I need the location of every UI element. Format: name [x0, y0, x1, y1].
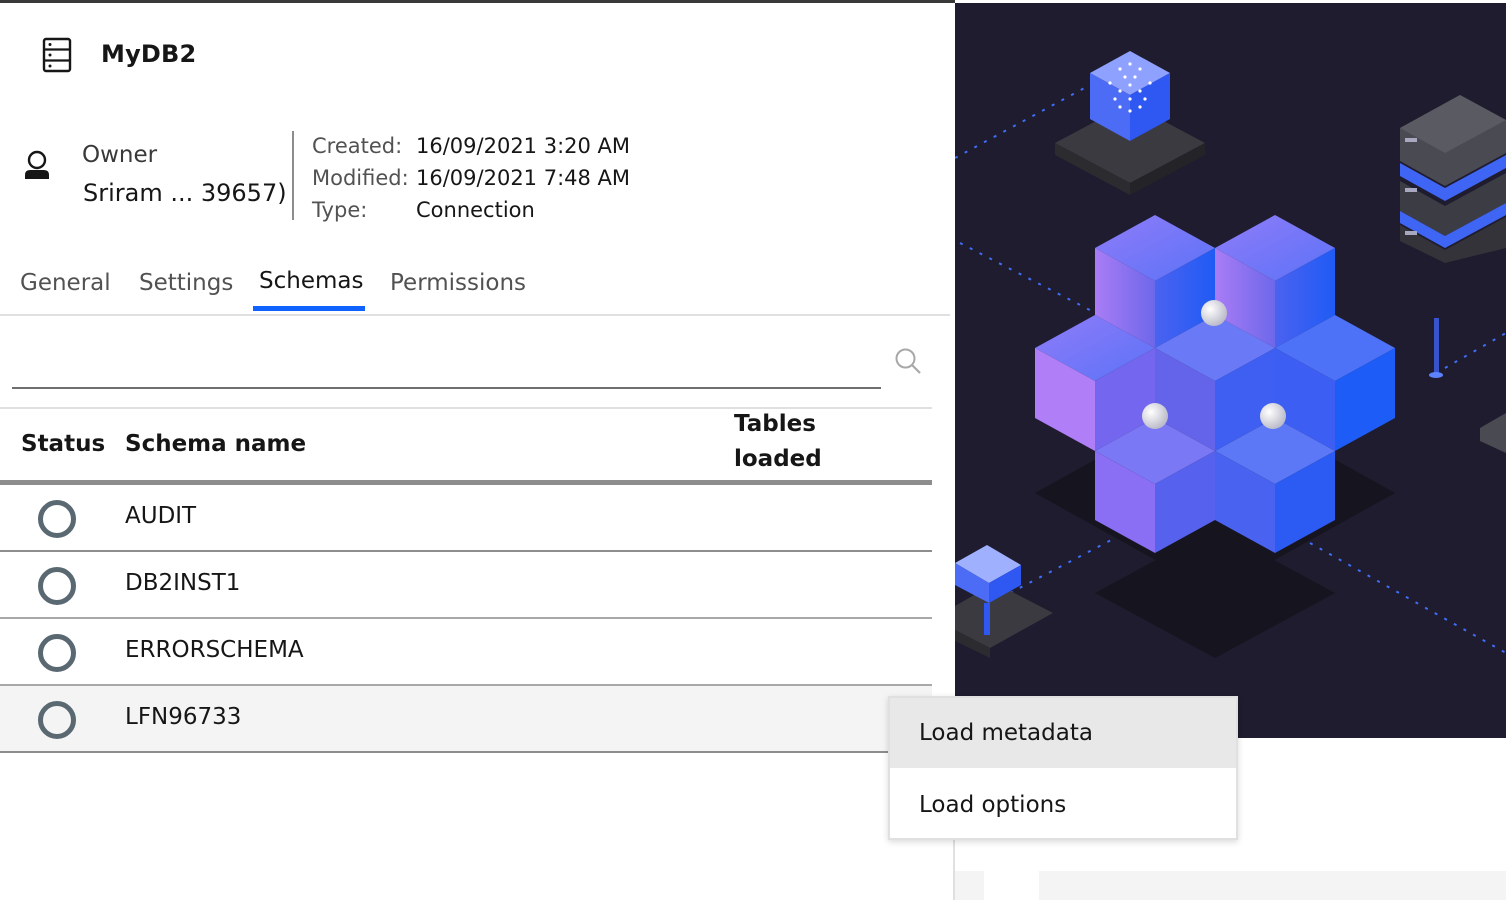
- table-header: Status Schema name Tables loaded: [0, 407, 932, 485]
- schemas-table: Status Schema name Tables loaded AUDIT D…: [0, 407, 932, 753]
- footer-strip-gap: [984, 871, 1039, 900]
- column-schema-name: Schema name: [125, 431, 307, 457]
- search-underline: [12, 387, 881, 389]
- column-status: Status: [21, 431, 106, 457]
- table-row[interactable]: ERRORSCHEMA: [0, 619, 932, 686]
- meta-type: Type: Connection: [312, 194, 630, 226]
- owner-label: Owner: [82, 142, 158, 168]
- menu-item-load-metadata[interactable]: Load metadata: [890, 698, 1236, 768]
- meta-key: Modified:: [312, 166, 409, 190]
- schema-name: DB2INST1: [125, 570, 241, 596]
- schema-name: LFN96733: [125, 704, 242, 730]
- tab-settings[interactable]: Settings: [139, 270, 233, 296]
- column-tables-loaded-line1: Tables: [734, 411, 816, 437]
- search-input[interactable]: [12, 340, 881, 386]
- tab-permissions[interactable]: Permissions: [390, 270, 526, 296]
- schema-name: AUDIT: [125, 503, 197, 529]
- top-border: [0, 0, 955, 3]
- status-circle-icon: [38, 634, 76, 672]
- metadata-list: Created: 16/09/2021 3:20 AM Modified: 16…: [312, 130, 630, 226]
- owner-name: Sriram ... 39657): [83, 179, 287, 207]
- tab-schemas[interactable]: Schemas: [259, 268, 363, 294]
- meta-value: 16/09/2021 7:48 AM: [416, 166, 631, 190]
- meta-modified: Modified: 16/09/2021 7:48 AM: [312, 162, 630, 194]
- search-icon[interactable]: [894, 347, 922, 375]
- isometric-cubes-illustration: [955, 51, 1506, 658]
- status-circle-icon: [38, 701, 76, 739]
- status-circle-icon: [38, 567, 76, 605]
- context-menu: Load metadata Load options: [888, 696, 1238, 840]
- meta-key: Type:: [312, 198, 368, 222]
- meta-key: Created:: [312, 134, 403, 158]
- tab-general[interactable]: General: [20, 270, 111, 296]
- meta-value: Connection: [416, 198, 535, 222]
- menu-item-load-options[interactable]: Load options: [890, 770, 1236, 840]
- user-icon: [25, 150, 49, 179]
- active-tab-indicator: [253, 306, 365, 311]
- table-row[interactable]: DB2INST1: [0, 552, 932, 619]
- table-row[interactable]: LFN96733: [0, 686, 932, 753]
- table-row[interactable]: AUDIT: [0, 485, 932, 552]
- meta-created: Created: 16/09/2021 3:20 AM: [312, 130, 630, 162]
- schema-name: ERRORSCHEMA: [125, 637, 304, 663]
- divider: [292, 131, 294, 220]
- page-title: MyDB2: [101, 40, 197, 68]
- status-circle-icon: [38, 500, 76, 538]
- tab-bar: General Settings Schemas Permissions: [0, 262, 950, 316]
- hero-illustration: [955, 3, 1506, 738]
- meta-value: 16/09/2021 3:20 AM: [416, 134, 631, 158]
- column-tables-loaded-line2: loaded: [734, 446, 822, 472]
- database-icon: [42, 37, 72, 73]
